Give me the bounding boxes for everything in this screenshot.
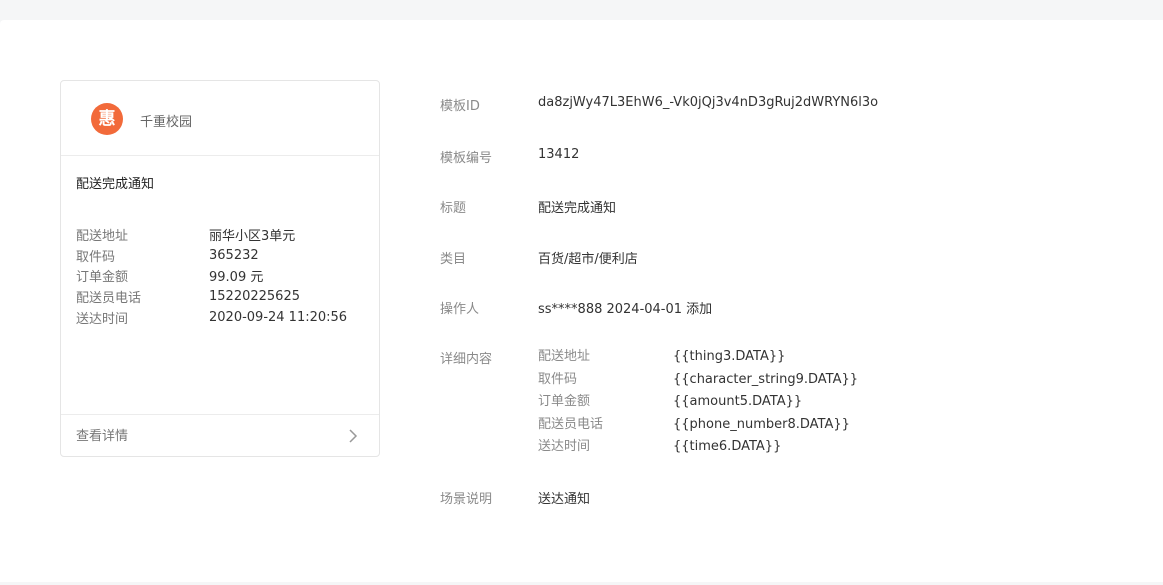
message-preview-card: 惠 千重校园 配送完成通知 配送地址 丽华小区3单元 取件码 365232 订单… [60, 80, 380, 457]
card-field-row: 配送地址 丽华小区3单元 [76, 224, 366, 245]
template-detail-panel: 惠 千重校园 配送完成通知 配送地址 丽华小区3单元 取件码 365232 订单… [0, 20, 1163, 582]
category-value: 百货/超市/便利店 [538, 252, 638, 267]
content-field-key: 配送地址 [538, 349, 591, 364]
detail-label: 标题 [440, 201, 467, 216]
content-field-placeholder: {{amount5.DATA}} [673, 394, 803, 409]
scenario-value: 送达通知 [538, 492, 591, 507]
detail-label: 详细内容 [440, 352, 493, 367]
content-field-placeholder: {{time6.DATA}} [673, 439, 782, 454]
content-field-table: 配送地址 {{thing3.DATA}} 取件码 {{character_str… [538, 348, 858, 461]
detail-row-category: 类目 百货/超市/便利店 [440, 248, 638, 267]
field-key: 订单金额 [76, 270, 129, 286]
detail-row-content: 详细内容 配送地址 {{thing3.DATA}} 取件码 {{characte… [440, 348, 858, 461]
card-field-row: 送达时间 2020-09-24 11:20:56 [76, 307, 366, 328]
detail-label: 场景说明 [440, 492, 493, 507]
card-field-row: 取件码 365232 [76, 245, 366, 266]
field-value: 365232 [209, 247, 259, 263]
card-field-row: 订单金额 99.09 元 [76, 266, 366, 287]
field-value: 15220225625 [209, 289, 300, 305]
card-fields: 配送地址 丽华小区3单元 取件码 365232 订单金额 99.09 元 配送员… [76, 224, 366, 328]
content-field-placeholder: {{thing3.DATA}} [673, 349, 786, 364]
template-id-value: da8zjWy47L3EhW6_-Vk0jQj3v4nD3gRuj2dWRYN6… [538, 95, 879, 110]
card-field-row: 配送员电话 15220225625 [76, 286, 366, 307]
content-field-key: 送达时间 [538, 439, 591, 454]
detail-row-template-no: 模板编号 13412 [440, 147, 579, 166]
view-details-link[interactable]: 查看详情 [61, 414, 379, 456]
detail-row-template-id: 模板ID da8zjWy47L3EhW6_-Vk0jQj3v4nD3gRuj2d… [440, 95, 878, 114]
content-field-key: 配送员电话 [538, 416, 604, 432]
detail-row-scenario: 场景说明 送达通知 [440, 488, 590, 507]
content-field-row: 取件码 {{character_string9.DATA}} [538, 371, 858, 394]
card-title: 配送完成通知 [76, 177, 155, 192]
content-field-row: 配送地址 {{thing3.DATA}} [538, 348, 858, 371]
field-value: 99.09 元 [209, 270, 264, 286]
template-no-value: 13412 [538, 147, 580, 162]
detail-label: 模板编号 [440, 151, 493, 166]
card-header: 惠 千重校园 [61, 81, 379, 156]
view-details-label: 查看详情 [76, 429, 129, 444]
detail-label: 操作人 [440, 302, 480, 317]
field-value: 丽华小区3单元 [209, 228, 296, 244]
chevron-right-icon [349, 429, 358, 443]
operator-value: ss****888 2024-04-01 添加 [538, 302, 713, 317]
content-field-key: 订单金额 [538, 394, 591, 409]
field-key: 配送地址 [76, 228, 129, 244]
content-field-row: 配送员电话 {{phone_number8.DATA}} [538, 416, 858, 439]
content-field-row: 送达时间 {{time6.DATA}} [538, 438, 858, 461]
title-value: 配送完成通知 [538, 201, 617, 216]
detail-row-operator: 操作人 ss****888 2024-04-01 添加 [440, 298, 712, 317]
detail-label: 模板ID [440, 99, 480, 114]
content-field-placeholder: {{phone_number8.DATA}} [673, 416, 850, 432]
content-field-placeholder: {{character_string9.DATA}} [673, 371, 859, 387]
field-key: 配送员电话 [76, 291, 142, 307]
brand-logo-icon: 惠 [91, 103, 123, 135]
content-field-key: 取件码 [538, 371, 578, 387]
field-key: 取件码 [76, 249, 116, 265]
brand-name: 千重校园 [140, 115, 193, 130]
detail-label: 类目 [440, 252, 467, 267]
field-key: 送达时间 [76, 311, 129, 327]
detail-row-title: 标题 配送完成通知 [440, 197, 616, 216]
field-value: 2020-09-24 11:20:56 [209, 309, 348, 325]
content-field-row: 订单金额 {{amount5.DATA}} [538, 393, 858, 416]
